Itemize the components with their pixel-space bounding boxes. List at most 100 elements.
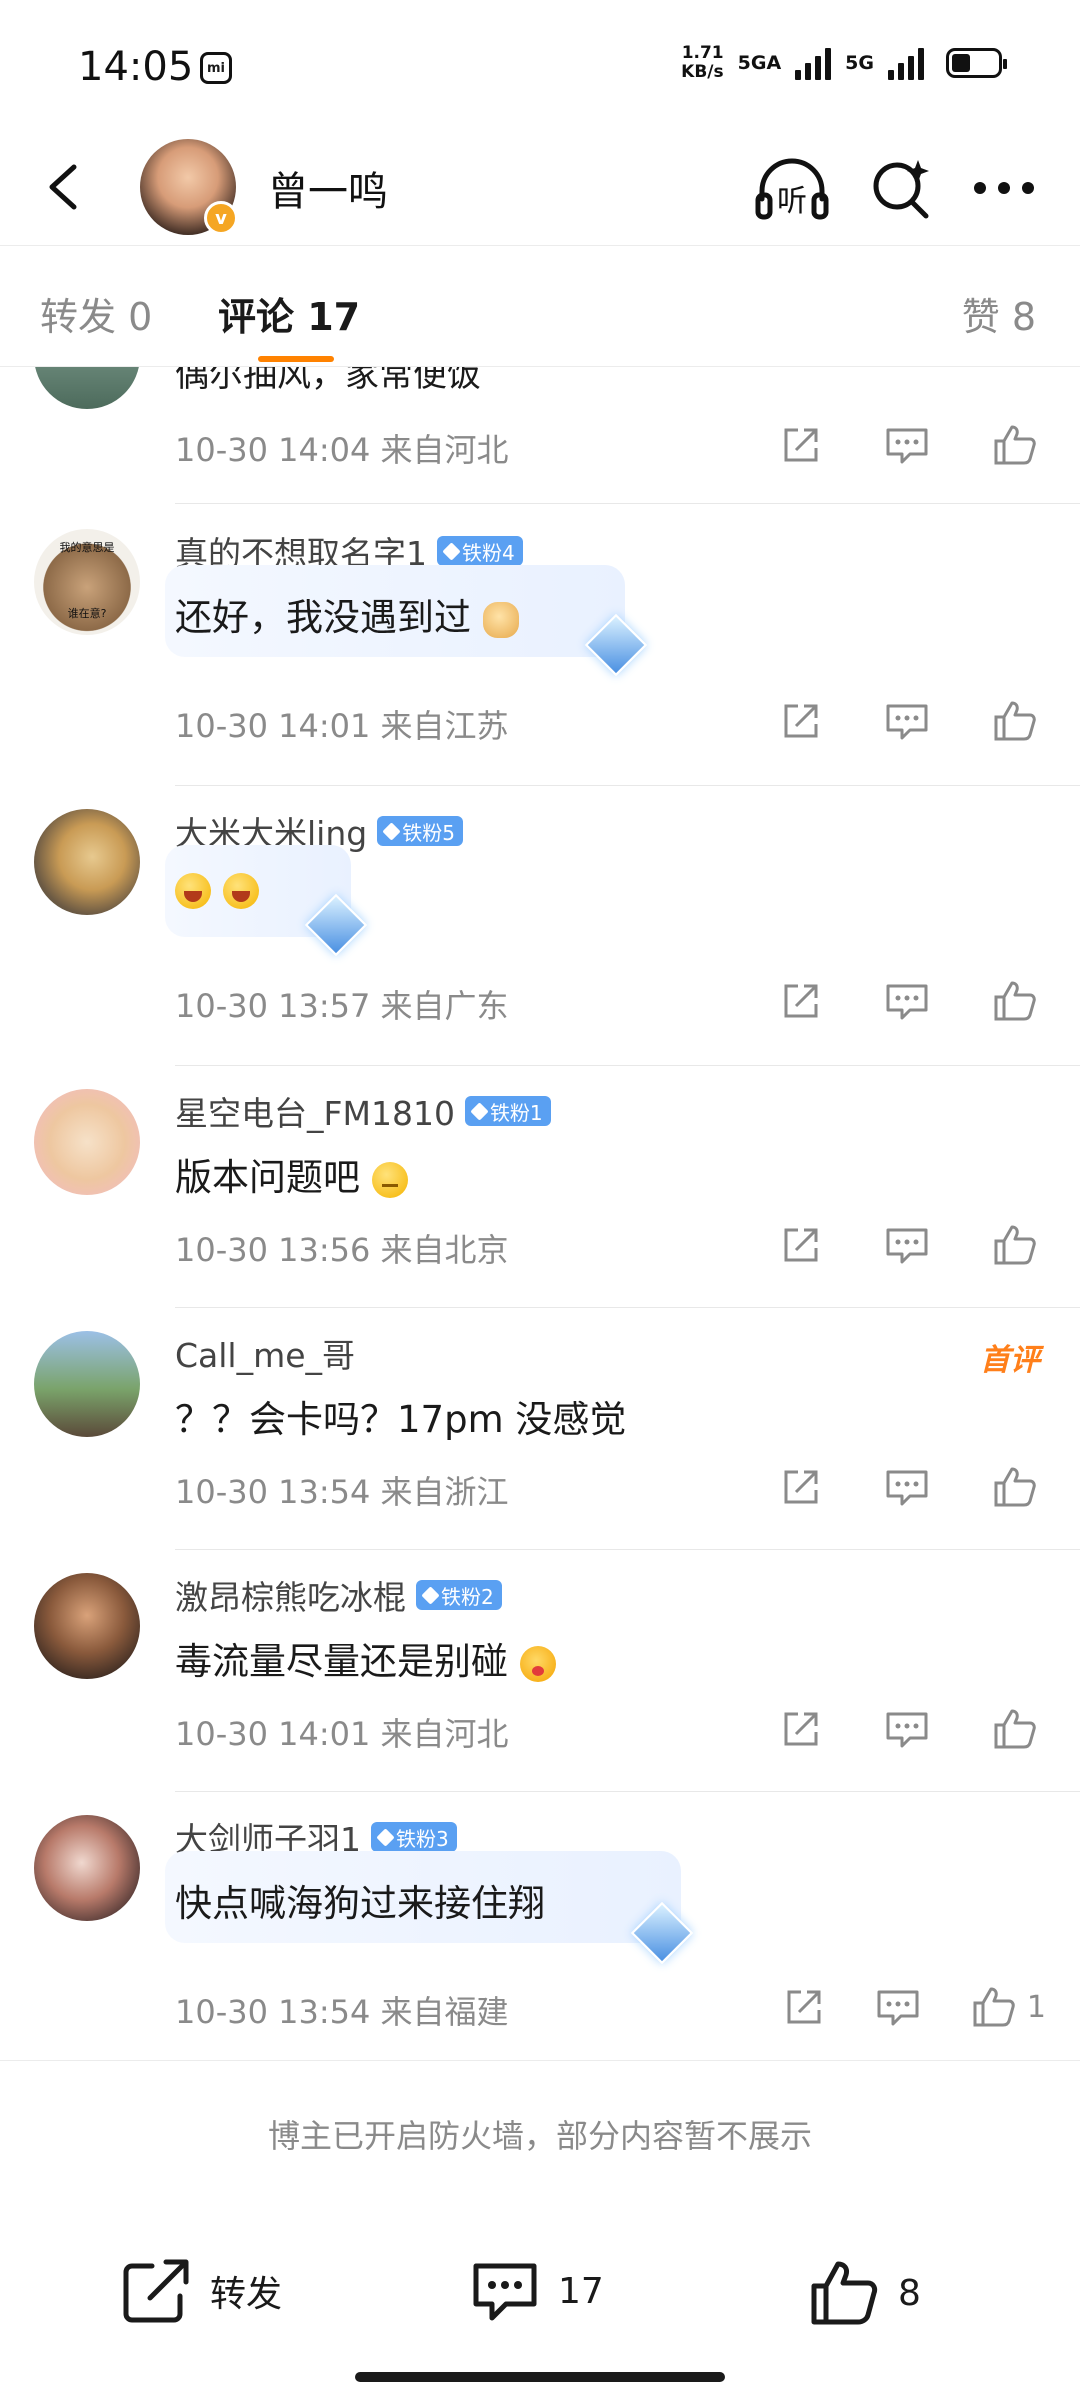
reply-icon[interactable] [884,980,930,1022]
comment-actions [780,1707,1038,1751]
search-icon[interactable] [870,156,932,220]
comment-meta: 10-30 13:54 来自浙江 [175,1473,509,1511]
comment-divider [175,1307,1080,1308]
signal-icon-2 [888,46,924,80]
like-icon[interactable] [992,1465,1038,1509]
comment-icon [473,2263,537,2321]
nav-actions: 听 [754,155,1036,221]
diamond-icon [470,1101,489,1121]
tongue-emoji-icon [519,1645,556,1682]
like-button[interactable]: 1 [971,1985,1046,2029]
avatar-caption-bottom: 谁在意? [67,607,107,620]
top-navigation-bar: v 曾一鸣 听 [0,135,1080,245]
comment-text: 版本问题吧 [175,1156,360,1199]
share-icon[interactable] [780,424,822,466]
reply-icon[interactable] [884,424,930,466]
comment-text-row: 还好，我没遇到过 [175,587,519,641]
comment-divider [175,1065,1080,1066]
back-arrow-icon[interactable] [36,155,96,219]
share-icon[interactable] [780,700,822,742]
share-icon[interactable] [780,980,822,1022]
comment-item: 大米大米ling 铁粉5 10-30 13:57 来自广东 [0,787,1080,1067]
comment-actions [780,1465,1038,1509]
comment-button[interactable]: 17 [470,2258,604,2324]
listen-headphones-icon[interactable]: 听 [754,155,830,221]
comment-divider [175,503,1080,504]
avatar-caption-top: 我的意思是 [59,541,115,554]
commenter-avatar[interactable] [34,1573,140,1679]
like-icon[interactable] [992,699,1038,743]
fan-level-label: 铁粉4 [462,540,515,565]
verified-badge-icon: v [204,201,238,235]
comment-item: Call_me_哥 首评 ？？会卡吗？17pm 没感觉 10-30 13:54 … [0,1309,1080,1551]
commenter-avatar[interactable] [34,1815,140,1921]
commenter-avatar[interactable] [34,809,140,915]
comment-text-row: 毒流量尽量还是别碰 [175,1631,556,1685]
share-icon[interactable] [783,1986,825,2028]
like-icon[interactable] [992,979,1038,1023]
active-tab-indicator [258,356,334,362]
network-type-1: 5GA [737,52,782,74]
repost-label: 转发 [210,2274,283,2315]
share-icon[interactable] [780,1708,822,1750]
share-icon[interactable] [780,1224,822,1266]
commenter-avatar[interactable] [34,367,140,409]
network-type-2: 5G [845,52,874,74]
first-comment-badge: 首评 [980,1343,1040,1378]
comment-item: 激昂棕熊吃冰棍 铁粉2 毒流量尽量还是别碰 10-30 14:01 来自河北 [0,1551,1080,1793]
tab-comments[interactable]: 评论 17 [218,286,360,341]
like-count: 8 [898,2272,921,2314]
comment-actions [780,979,1038,1023]
thinking-emoji-icon [371,1161,408,1198]
diamond-icon [421,1585,440,1605]
content-tabs: 转发 0 评论 17 赞 8 [0,245,1080,367]
bottom-action-bar: 转发 17 8 [0,2200,1080,2400]
commenter-name[interactable]: Call_me_哥 [175,1329,355,1377]
home-indicator[interactable] [355,2372,725,2382]
tab-likes[interactable]: 赞 8 [962,286,1036,341]
comment-actions [780,1223,1038,1267]
comment-text: 毒流量尽量还是别碰 [175,1640,508,1683]
comment-meta: 10-30 13:56 来自北京 [175,1231,509,1269]
comment-meta: 10-30 14:04 来自河北 [175,431,509,469]
reply-icon[interactable] [884,1224,930,1266]
share-icon[interactable] [780,1466,822,1508]
comment-divider [175,785,1080,786]
more-icon[interactable] [972,178,1036,198]
commenter-avatar[interactable] [34,1331,140,1437]
fan-level-label: 铁粉5 [402,820,455,845]
fan-level-badge: 铁粉5 [377,816,463,846]
fan-level-badge: 铁粉1 [464,1096,551,1126]
mi-notification-icon: mi [200,52,232,84]
reply-icon[interactable] [875,1986,921,2028]
comment-text: ？？会卡吗？17pm 没感觉 [175,1398,627,1441]
comment-text-row: 版本问题吧 [175,1147,408,1201]
commenter-name[interactable]: 星空电台_FM1810 [175,1087,455,1135]
like-icon[interactable] [992,423,1038,467]
tab-repost[interactable]: 转发 0 [40,286,152,341]
comment-text: 快点喊海狗过来接住翔 [175,1882,545,1925]
reply-icon[interactable] [884,1466,930,1508]
commenter-name-row: 激昂棕熊吃冰棍 铁粉2 [175,1571,502,1619]
like-icon[interactable] [971,1985,1017,2029]
comment-meta: 10-30 13:57 来自广东 [175,987,509,1025]
page-title[interactable]: 曾一鸣 [268,159,388,217]
like-icon[interactable] [992,1707,1038,1751]
reply-icon[interactable] [884,700,930,742]
like-button[interactable]: 8 [808,2258,921,2328]
commenter-avatar[interactable] [34,1089,140,1195]
fan-level-label: 铁粉1 [489,1100,543,1125]
comment-item: 星空电台_FM1810 铁粉1 版本问题吧 10-30 13:56 来自北京 [0,1067,1080,1309]
comment-item: 我的意思是 谁在意? 真的不想取名字1 铁粉4 还好，我没遇到过 10-30 1… [0,507,1080,787]
diamond-icon [382,821,401,841]
repost-button[interactable]: 转发 [122,2258,282,2324]
reply-icon[interactable] [884,1708,930,1750]
svg-text:听: 听 [777,184,807,219]
comment-item: 大剑师子羽1 铁粉3 快点喊海狗过来接住翔 10-30 13:54 来自福建 1 [0,1793,1080,2067]
like-icon[interactable] [992,1223,1038,1267]
commenter-avatar[interactable]: 我的意思是 谁在意? [34,529,140,635]
commenter-name[interactable]: 激昂棕熊吃冰棍 [175,1571,406,1619]
comment-text: 偶尔抽风，家常便饭 [175,367,481,395]
comment-text: 还好，我没遇到过 [175,596,471,639]
firewall-notice-text: 博主已开启防火墙，部分内容暂不展示 [267,2117,812,2155]
